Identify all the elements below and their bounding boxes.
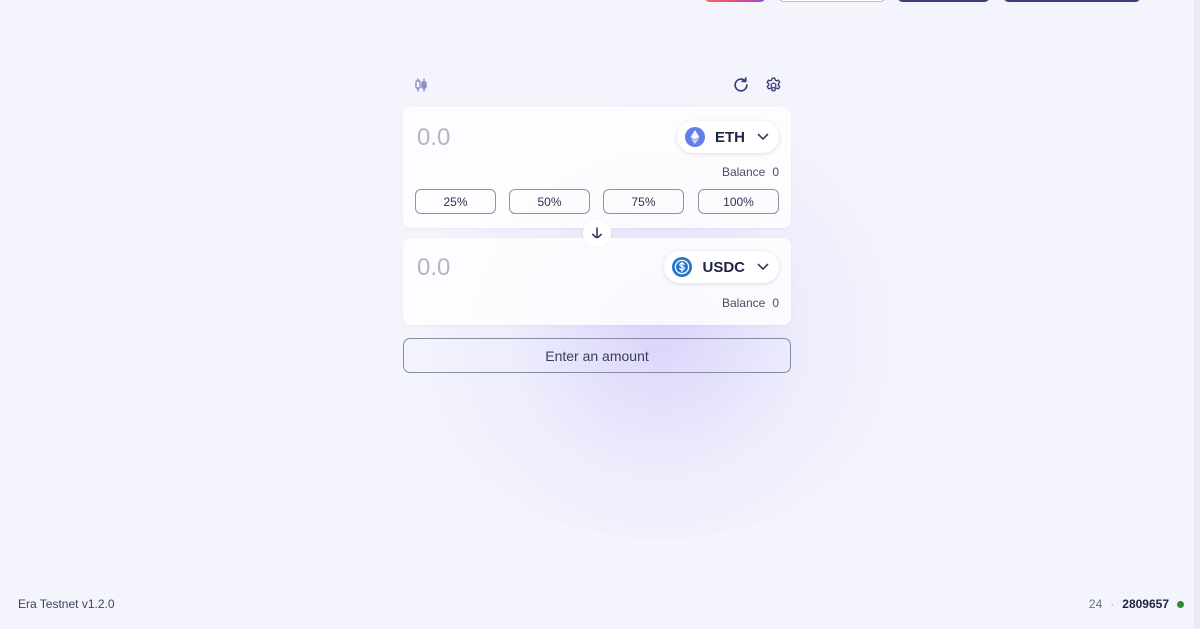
swap-to-card: USDC Balance 0 [403, 238, 791, 325]
chevron-down-icon [757, 133, 769, 141]
page-scrollbar[interactable] [1194, 0, 1200, 629]
footer-separator: · [1110, 597, 1115, 611]
status-dot-icon [1177, 600, 1184, 608]
percent-25-button[interactable]: 25% [415, 189, 496, 214]
from-balance-label: Balance [721, 165, 766, 179]
header-wallet-button[interactable] [1003, 0, 1141, 2]
from-amount-input[interactable] [417, 121, 637, 155]
to-amount-input[interactable] [417, 251, 637, 285]
ethereum-icon [685, 127, 705, 147]
usdc-icon [672, 257, 693, 277]
from-balance-value: 0 [772, 165, 779, 179]
block-number: 2809657 [1122, 597, 1169, 611]
header-outline-button[interactable] [778, 0, 886, 2]
gas-price: 24 [1088, 597, 1103, 611]
to-token-symbol: USDC [702, 258, 745, 276]
network-version: Era Testnet v1.2.0 [18, 597, 115, 611]
header-network-button[interactable] [897, 0, 990, 2]
to-balance-label: Balance [721, 296, 766, 310]
percent-100-button[interactable]: 100% [698, 189, 779, 214]
chevron-down-icon [757, 263, 769, 271]
refresh-icon[interactable] [730, 74, 752, 96]
gear-icon[interactable] [762, 74, 784, 96]
header-gradient-button[interactable] [704, 0, 766, 2]
to-balance: Balance 0 [722, 296, 779, 310]
from-token-symbol: ETH [715, 128, 745, 146]
chart-candles-icon[interactable] [410, 74, 432, 96]
swap-from-card: ETH Balance 0 25% 50% 75% 100% [403, 107, 791, 228]
to-balance-value: 0 [772, 296, 779, 310]
percent-75-button[interactable]: 75% [603, 189, 684, 214]
from-token-select[interactable]: ETH [677, 121, 779, 153]
to-token-select[interactable]: USDC [664, 251, 779, 283]
enter-amount-button[interactable]: Enter an amount [403, 338, 791, 373]
from-balance: Balance 0 [722, 165, 779, 179]
percent-50-button[interactable]: 50% [509, 189, 590, 214]
block-status: 24 · 2809657 [1089, 597, 1184, 611]
